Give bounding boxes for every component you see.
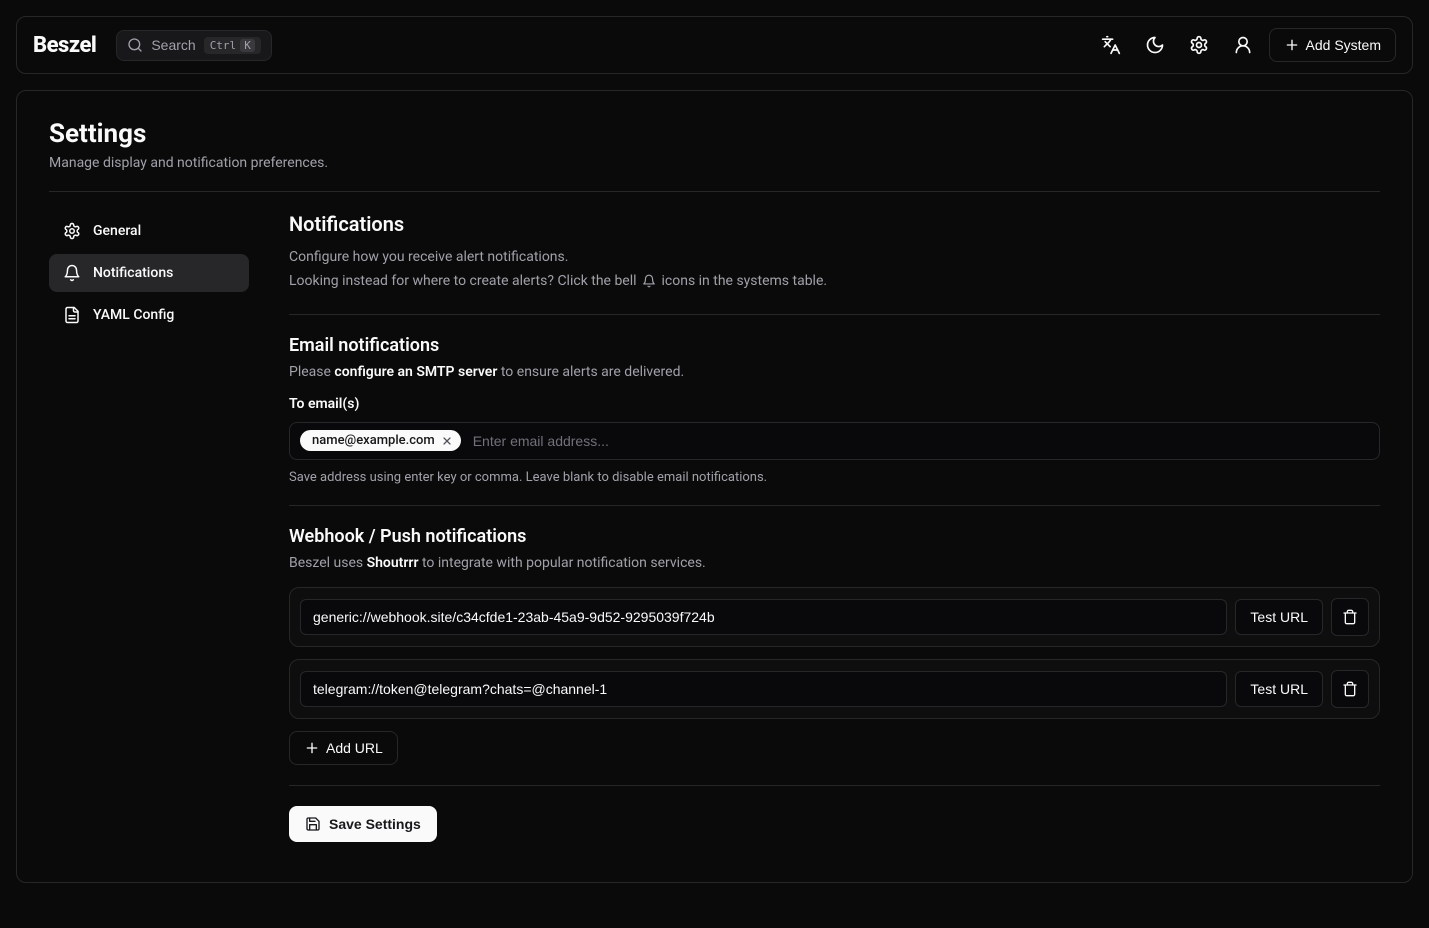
delete-url-button[interactable]	[1331, 598, 1369, 636]
test-url-button[interactable]: Test URL	[1235, 599, 1323, 635]
email-tag: name@example.com	[300, 430, 461, 451]
page-title: Settings	[49, 119, 1380, 149]
sidebar-item-label: YAML Config	[93, 307, 174, 323]
file-icon	[63, 306, 81, 324]
shoutrrr-link[interactable]: Shoutrrr	[367, 555, 419, 571]
add-system-label: Add System	[1306, 37, 1381, 53]
divider	[289, 785, 1380, 786]
gear-icon	[63, 222, 81, 240]
plus-icon	[304, 740, 320, 756]
page-subtitle: Manage display and notification preferen…	[49, 155, 1380, 171]
plus-icon	[1284, 37, 1300, 53]
sidebar-item-general[interactable]: General	[49, 212, 249, 250]
email-input[interactable]	[469, 429, 1369, 453]
translate-icon	[1101, 35, 1121, 55]
sidebar-item-yaml-config[interactable]: YAML Config	[49, 296, 249, 334]
search-shortcut: Ctrl K	[204, 37, 261, 54]
save-settings-button[interactable]: Save Settings	[289, 806, 437, 842]
bell-icon	[63, 264, 81, 282]
trash-icon	[1342, 681, 1358, 697]
theme-button[interactable]	[1137, 27, 1173, 63]
webhook-title: Webhook / Push notifications	[289, 526, 1380, 547]
email-help-text: Save address using enter key or comma. L…	[289, 470, 1380, 485]
save-icon	[305, 816, 321, 832]
logo[interactable]: Beszel	[33, 33, 96, 58]
notifications-desc-2: Looking instead for where to create aler…	[289, 270, 1380, 294]
delete-url-button[interactable]	[1331, 670, 1369, 708]
divider	[289, 314, 1380, 315]
search-label: Search	[151, 37, 195, 53]
gear-icon	[1189, 35, 1209, 55]
notifications-desc: Configure how you receive alert notifica…	[289, 246, 1380, 270]
webhook-url-row: Test URL	[289, 587, 1380, 647]
bell-icon	[642, 274, 656, 288]
add-system-button[interactable]: Add System	[1269, 28, 1396, 62]
sidebar-item-label: General	[93, 223, 141, 239]
divider	[49, 191, 1380, 192]
user-icon	[1233, 35, 1253, 55]
sidebar-item-notifications[interactable]: Notifications	[49, 254, 249, 292]
add-url-button[interactable]: Add URL	[289, 731, 398, 765]
add-url-label: Add URL	[326, 740, 383, 756]
smtp-link[interactable]: configure an SMTP server	[334, 364, 497, 380]
moon-icon	[1145, 35, 1165, 55]
email-desc: Please configure an SMTP server to ensur…	[289, 364, 1380, 380]
settings-button[interactable]	[1181, 27, 1217, 63]
email-field-label: To email(s)	[289, 396, 1380, 412]
webhook-desc: Beszel uses Shoutrrr to integrate with p…	[289, 555, 1380, 571]
save-settings-label: Save Settings	[329, 816, 421, 832]
search-icon	[127, 37, 143, 53]
trash-icon	[1342, 609, 1358, 625]
webhook-url-input[interactable]	[300, 599, 1227, 635]
notifications-title: Notifications	[289, 212, 1380, 236]
language-button[interactable]	[1093, 27, 1129, 63]
sidebar-item-label: Notifications	[93, 265, 173, 281]
remove-tag-button[interactable]	[441, 435, 453, 447]
test-url-button[interactable]: Test URL	[1235, 671, 1323, 707]
user-button[interactable]	[1225, 27, 1261, 63]
search-button[interactable]: Search Ctrl K	[116, 30, 271, 61]
email-tag-text: name@example.com	[312, 433, 435, 448]
webhook-url-row: Test URL	[289, 659, 1380, 719]
email-title: Email notifications	[289, 335, 1380, 356]
divider	[289, 505, 1380, 506]
email-input-wrapper[interactable]: name@example.com	[289, 422, 1380, 460]
webhook-url-input[interactable]	[300, 671, 1227, 707]
